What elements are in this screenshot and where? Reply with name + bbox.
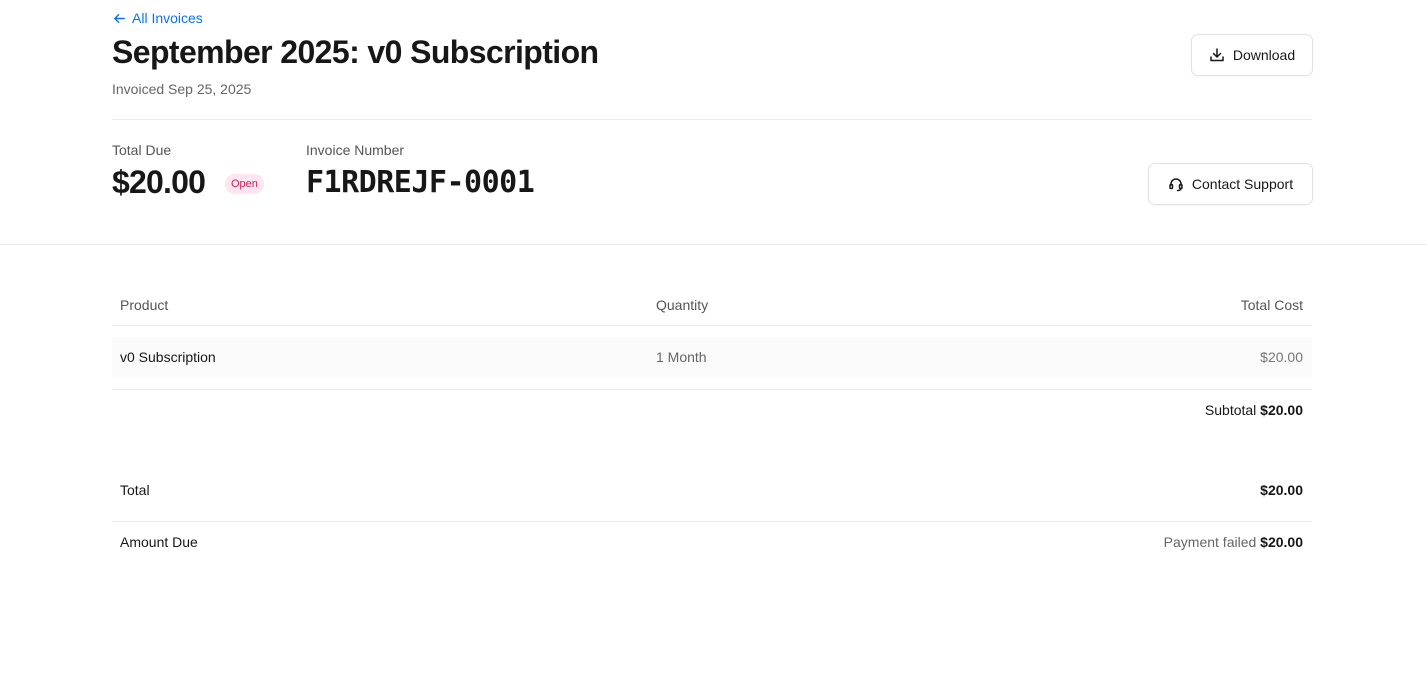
section-divider <box>0 244 1427 245</box>
row-product: v0 Subscription <box>120 349 216 365</box>
amount-due-value: $20.00 <box>1260 534 1303 550</box>
column-header-total-cost: Total Cost <box>1240 297 1303 313</box>
column-header-quantity: Quantity <box>656 297 709 313</box>
contact-support-label: Contact Support <box>1191 176 1294 192</box>
total-value: $20.00 <box>1260 482 1303 498</box>
column-header-product: Product <box>120 297 169 313</box>
amount-due-label: Amount Due <box>120 534 198 550</box>
subtotal-value: $20.00 <box>1260 402 1303 418</box>
invoice-number-label: Invoice Number <box>306 142 405 158</box>
total-due-label: Total Due <box>112 142 172 158</box>
table-header-divider <box>112 325 1312 326</box>
payment-status: Payment failed <box>1163 534 1257 550</box>
row-quantity: 1 Month <box>656 349 707 365</box>
download-label: Download <box>1232 47 1296 63</box>
subtotal: Subtotal $20.00 <box>1205 402 1303 418</box>
back-link-label: All Invoices <box>132 10 203 26</box>
total-due-amount: $20.00 <box>112 164 206 200</box>
table-row-divider <box>112 389 1312 390</box>
total-label: Total <box>120 482 150 498</box>
totals-divider <box>112 521 1312 522</box>
headset-icon <box>1169 178 1183 192</box>
back-to-invoices-link[interactable]: All Invoices <box>112 10 203 26</box>
contact-support-button[interactable]: Contact Support <box>1148 163 1313 205</box>
download-icon <box>1210 48 1224 62</box>
invoice-date: Invoiced Sep 25, 2025 <box>112 81 252 97</box>
arrow-left-icon <box>114 13 125 23</box>
subtotal-label: Subtotal <box>1204 402 1257 418</box>
row-total-cost: $20.00 <box>1260 349 1303 365</box>
divider <box>112 119 1312 120</box>
download-button[interactable]: Download <box>1191 34 1313 76</box>
status-badge: Open <box>225 174 264 194</box>
table-row <box>112 337 1312 377</box>
page-title: September 2025: v0 Subscription <box>112 34 599 70</box>
invoice-number: F1RDREJF-0001 <box>306 165 535 200</box>
amount-due: Payment failed $20.00 <box>1164 534 1303 550</box>
